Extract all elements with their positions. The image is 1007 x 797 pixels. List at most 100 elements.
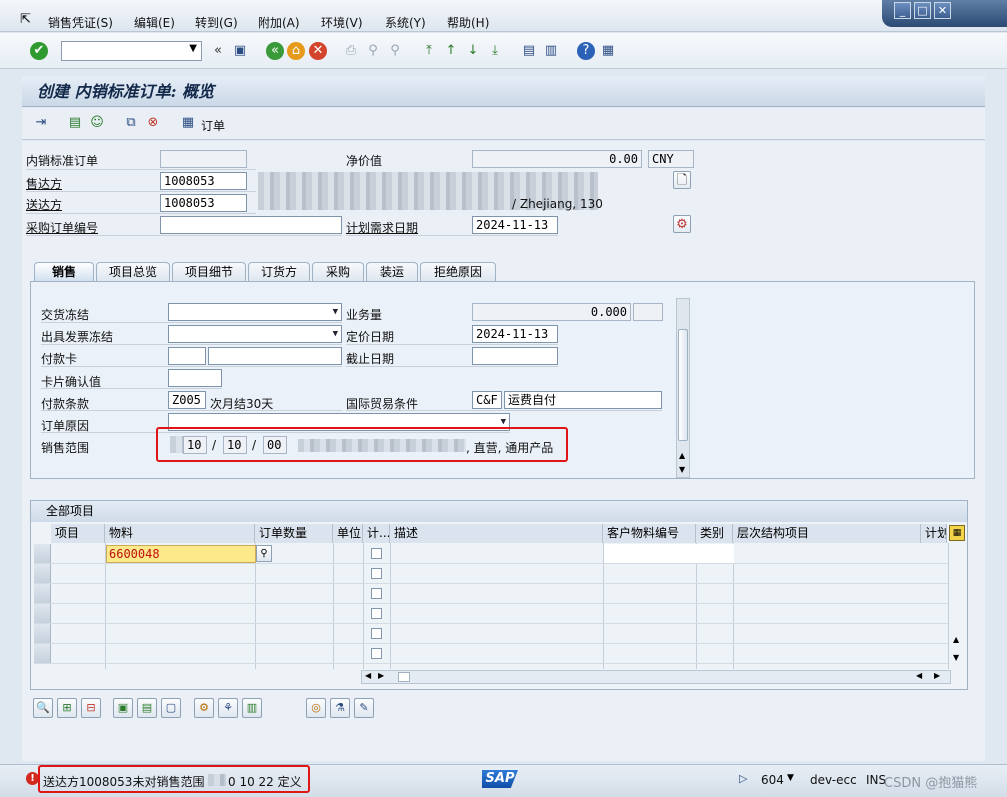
document-icon[interactable]: 🗋 xyxy=(673,171,691,189)
search-help-icon[interactable]: ⚲ xyxy=(256,545,272,562)
select-block-icon[interactable]: ▤ xyxy=(137,698,157,718)
calc-checkbox[interactable] xyxy=(371,648,382,659)
calc-checkbox[interactable] xyxy=(371,548,382,559)
payment-card-number-field[interactable] xyxy=(208,347,342,365)
category-input[interactable] xyxy=(697,544,734,563)
menu-extras[interactable]: 附加(A) xyxy=(258,14,300,31)
first-page-icon[interactable]: ⤒ xyxy=(420,42,438,60)
menu-system[interactable]: 系统(Y) xyxy=(385,14,426,31)
pricing-date-field[interactable]: 2024-11-13 xyxy=(472,325,558,343)
table-row[interactable]: 6600048 ⚲ xyxy=(34,544,948,564)
menu-help[interactable]: 帮助(H) xyxy=(447,14,489,31)
table-row[interactable] xyxy=(34,584,948,604)
tab-item-detail[interactable]: 项目细节 xyxy=(172,262,246,282)
scroll-right-icon[interactable]: ▶ xyxy=(934,671,940,680)
configuration-icon[interactable]: ⚘ xyxy=(218,698,238,718)
col-header-customer-material[interactable]: 客户物料编号 xyxy=(603,524,696,543)
layout-icon[interactable]: ▦ xyxy=(599,42,617,60)
po-number-field[interactable] xyxy=(160,216,342,234)
tab-procurement[interactable]: 采购 xyxy=(312,262,364,282)
deselect-all-icon[interactable]: ▢ xyxy=(161,698,181,718)
col-header-item[interactable]: 项目 xyxy=(51,524,105,543)
cancel-icon[interactable]: ✕ xyxy=(309,42,327,60)
row-selector[interactable] xyxy=(34,564,51,583)
status-expand-icon[interactable]: ▷ xyxy=(739,772,747,785)
scroll-down-icon[interactable]: ▼ xyxy=(679,465,685,474)
orders-button-label[interactable]: 订单 xyxy=(201,117,225,134)
ship-to-field[interactable]: 1008053 xyxy=(160,194,247,212)
find-next-icon[interactable]: ⚲ xyxy=(386,42,404,60)
scroll-thumb[interactable] xyxy=(678,329,688,441)
shortcut-icon[interactable]: ▥ xyxy=(542,42,560,60)
row-selector[interactable] xyxy=(34,584,51,603)
menu-environment[interactable]: 环境(V) xyxy=(321,14,363,31)
scroll-up-icon[interactable]: ▲ xyxy=(679,451,685,460)
sold-to-field[interactable]: 1008053 xyxy=(160,172,247,190)
col-header-category[interactable]: 类别 xyxy=(696,524,733,543)
new-session-icon[interactable]: ▤ xyxy=(520,42,538,60)
menu-exit-icon[interactable]: ⇱ xyxy=(20,12,31,27)
col-header-calc[interactable]: 计... xyxy=(363,524,390,543)
display-doc-flow-icon[interactable]: ⇥ xyxy=(32,114,50,132)
last-page-icon[interactable]: ⤓ xyxy=(486,42,504,60)
tab-ordering-party[interactable]: 订货方 xyxy=(248,262,310,282)
bom-icon[interactable]: ⚗ xyxy=(330,698,350,718)
incoterms-text-field[interactable]: 运费自付 xyxy=(504,391,662,409)
col-header-material[interactable]: 物料 xyxy=(105,524,255,543)
customer-material-input[interactable] xyxy=(604,544,697,563)
calc-checkbox[interactable] xyxy=(371,568,382,579)
card-verify-field[interactable] xyxy=(168,369,222,387)
sold-to-label[interactable]: 售达方 xyxy=(26,175,62,192)
row-selector[interactable] xyxy=(34,644,51,663)
scroll-up-icon[interactable]: ▲ xyxy=(953,635,959,644)
tab-shipping[interactable]: 装运 xyxy=(366,262,418,282)
column-settings-icon[interactable]: ▦ xyxy=(949,525,965,541)
back-icon[interactable]: « xyxy=(266,42,284,60)
col-header-hierarchy-item[interactable]: 层次结构项目 xyxy=(733,524,921,543)
close-icon[interactable]: ✕ xyxy=(934,2,951,19)
header-details-icon[interactable]: ▤ xyxy=(66,114,84,132)
tab-item-overview[interactable]: 项目总览 xyxy=(96,262,170,282)
payment-terms-field[interactable]: Z005 xyxy=(168,391,206,409)
tab-rejection-reason[interactable]: 拒绝原因 xyxy=(420,262,496,282)
table-row[interactable] xyxy=(34,624,948,644)
table-vertical-scrollbar[interactable]: ▲ ▼ xyxy=(950,543,966,669)
menu-edit[interactable]: 编辑(E) xyxy=(134,14,175,31)
chevron-down-icon[interactable]: ▼ xyxy=(333,326,338,342)
pricing-conditions-icon[interactable]: ⚙ xyxy=(194,698,214,718)
schedule-lines-icon[interactable]: ▥ xyxy=(242,698,262,718)
po-number-label[interactable]: 采购订单编号 xyxy=(26,219,98,236)
prev-page-icon[interactable]: ↑ xyxy=(442,42,460,60)
table-row[interactable] xyxy=(34,604,948,624)
incoterms-code-field[interactable]: C&F xyxy=(472,391,502,409)
row-selector[interactable] xyxy=(34,544,51,563)
save-icon[interactable]: ▣ xyxy=(231,42,249,60)
scroll-left-icon[interactable]: ◀ xyxy=(916,671,922,680)
edit-note-icon[interactable]: ✎ xyxy=(354,698,374,718)
scroll-left-icon[interactable]: ◀ xyxy=(365,671,371,680)
scroll-down-icon[interactable]: ▼ xyxy=(953,653,959,662)
insert-row-icon[interactable]: ⊞ xyxy=(57,698,77,718)
pricing-icon[interactable]: ⚙ xyxy=(673,215,691,233)
select-all-icon[interactable]: ▣ xyxy=(113,698,133,718)
expiry-date-field[interactable] xyxy=(472,347,558,365)
row-selector[interactable] xyxy=(34,624,51,643)
maximize-icon[interactable]: □ xyxy=(914,2,931,19)
table-horizontal-scrollbar[interactable]: ◀ ▶ ◀ ▶ xyxy=(361,670,951,684)
row-selector[interactable] xyxy=(34,604,51,623)
calc-checkbox[interactable] xyxy=(371,628,382,639)
chevron-down-icon[interactable]: ▼ xyxy=(333,304,338,320)
delivery-block-dropdown[interactable]: ▼ xyxy=(168,303,342,321)
chevron-down-icon[interactable]: ▼ xyxy=(787,773,794,783)
history-icon[interactable]: « xyxy=(209,42,227,60)
print-icon[interactable]: ⎙ xyxy=(342,42,360,60)
delete-row-icon[interactable]: ⊟ xyxy=(81,698,101,718)
command-field[interactable]: ▼ xyxy=(61,41,202,61)
col-header-quantity[interactable]: 订单数量 xyxy=(255,524,333,543)
chevron-down-icon[interactable]: ▼ xyxy=(189,43,197,54)
calc-checkbox[interactable] xyxy=(371,588,382,599)
billing-block-dropdown[interactable]: ▼ xyxy=(168,325,342,343)
payment-card-type-field[interactable] xyxy=(168,347,206,365)
req-delivery-date-field[interactable]: 2024-11-13 xyxy=(472,216,558,234)
item-details-icon[interactable]: 🔍 xyxy=(33,698,53,718)
